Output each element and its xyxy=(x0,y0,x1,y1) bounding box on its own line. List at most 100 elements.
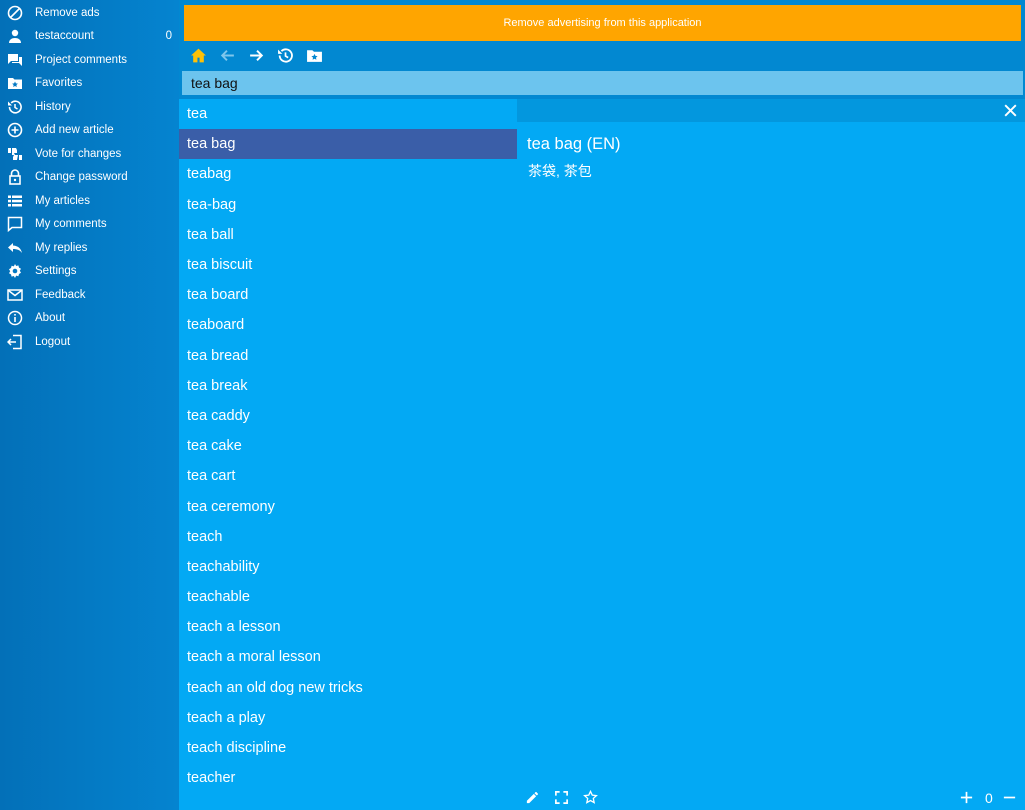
article-term: tea bag (EN) xyxy=(527,135,621,153)
list-icon xyxy=(7,193,23,209)
list-item[interactable]: tea biscuit xyxy=(179,250,517,280)
info-icon xyxy=(7,310,23,326)
arrow-left-icon xyxy=(219,47,236,69)
article-header xyxy=(517,99,1025,122)
sidebar-item-label: My comments xyxy=(35,217,107,230)
sidebar-item-label: History xyxy=(35,100,71,113)
comment-icon xyxy=(7,216,23,232)
forward-button[interactable] xyxy=(242,46,271,70)
sidebar-item-label: About xyxy=(35,311,66,324)
list-item[interactable]: tea caddy xyxy=(179,401,517,431)
list-item[interactable]: tea board xyxy=(179,280,517,310)
home-icon xyxy=(190,47,207,69)
folder-star-icon xyxy=(306,47,323,69)
mail-icon xyxy=(7,287,23,303)
sidebar-item-label: Add new article xyxy=(35,123,114,136)
sidebar-item-project-comments[interactable]: Project comments xyxy=(0,48,179,71)
zoom-level: 0 xyxy=(985,790,993,806)
list-item[interactable]: teacher xyxy=(179,763,517,793)
account-count: 0 xyxy=(165,29,172,42)
favorite-button[interactable] xyxy=(582,789,599,806)
favorites-button[interactable] xyxy=(300,46,329,70)
sidebar-item-label: Settings xyxy=(35,264,77,277)
sidebar-item-history[interactable]: History xyxy=(0,95,179,118)
list-item[interactable]: teach a moral lesson xyxy=(179,642,517,672)
minus-icon xyxy=(1003,796,1016,799)
sidebar-item-my-comments[interactable]: My comments xyxy=(0,212,179,235)
list-item[interactable]: tea cart xyxy=(179,461,517,491)
list-item[interactable]: teabag xyxy=(179,159,517,189)
home-button[interactable] xyxy=(184,46,213,70)
fullscreen-button[interactable] xyxy=(553,789,570,806)
edit-button[interactable] xyxy=(524,789,541,806)
sidebar-item-label: Vote for changes xyxy=(35,147,122,160)
sidebar-item-about[interactable]: About xyxy=(0,306,179,329)
sidebar-item-label: My replies xyxy=(35,241,88,254)
lock-icon xyxy=(7,168,23,185)
gear-icon xyxy=(7,263,23,279)
list-item[interactable]: teaboard xyxy=(179,310,517,340)
thumbs-icon xyxy=(7,146,23,162)
list-item[interactable]: teach discipline xyxy=(179,733,517,763)
list-item[interactable]: tea ceremony xyxy=(179,491,517,521)
sidebar-item-account[interactable]: testaccount 0 xyxy=(0,24,179,47)
sidebar-item-my-articles[interactable]: My articles xyxy=(0,189,179,212)
sidebar: Remove ads testaccount 0 Project comment… xyxy=(0,0,179,810)
sidebar-item-label: Change password xyxy=(35,170,128,183)
star-icon xyxy=(583,790,598,804)
sidebar-item-add-new-article[interactable]: Add new article xyxy=(0,118,179,141)
folder-star-icon xyxy=(7,75,23,91)
add-circle-icon xyxy=(7,122,23,138)
list-item[interactable]: tea xyxy=(179,99,517,129)
list-item[interactable]: teachable xyxy=(179,582,517,612)
list-item[interactable]: teach xyxy=(179,522,517,552)
sidebar-item-favorites[interactable]: Favorites xyxy=(0,71,179,94)
list-item[interactable]: teachability xyxy=(179,552,517,582)
list-item[interactable]: tea cake xyxy=(179,431,517,461)
sidebar-item-label: Project comments xyxy=(35,53,128,66)
nav-toolbar xyxy=(184,46,329,70)
list-item[interactable]: teach a lesson xyxy=(179,612,517,642)
word-list: tea tea bag teabag tea-bag tea ball tea biscu… xyxy=(179,99,517,810)
zoom-in-button[interactable] xyxy=(958,789,975,806)
sidebar-item-remove-ads[interactable]: Remove ads xyxy=(0,1,179,24)
sidebar-item-change-password[interactable]: Change password xyxy=(0,165,179,188)
fullscreen-icon xyxy=(555,791,568,804)
sidebar-item-label: testaccount xyxy=(35,29,94,42)
sidebar-item-vote-for-changes[interactable]: Vote for changes xyxy=(0,142,179,165)
article-translation: 茶袋, 茶包 xyxy=(528,163,592,179)
sidebar-item-feedback[interactable]: Feedback xyxy=(0,283,179,306)
sidebar-item-my-replies[interactable]: My replies xyxy=(0,236,179,259)
list-item[interactable]: tea bag xyxy=(179,129,517,160)
list-item[interactable]: tea break xyxy=(179,371,517,401)
search-input[interactable] xyxy=(182,71,1023,95)
list-item[interactable]: teach an old dog new tricks xyxy=(179,673,517,703)
sidebar-item-label: Feedback xyxy=(35,288,86,301)
sidebar-item-label: My articles xyxy=(35,194,90,207)
article-footer: 0 xyxy=(517,786,1025,810)
list-item[interactable]: tea-bag xyxy=(179,190,517,220)
list-item[interactable]: tea ball xyxy=(179,220,517,250)
back-button[interactable] xyxy=(213,46,242,70)
history-button[interactable] xyxy=(271,46,300,70)
history-icon xyxy=(7,99,23,115)
sidebar-item-settings[interactable]: Settings xyxy=(0,259,179,282)
logout-icon xyxy=(7,334,23,350)
sidebar-item-label: Favorites xyxy=(35,76,83,89)
zoom-out-button[interactable] xyxy=(1001,789,1018,806)
forum-icon xyxy=(7,52,23,68)
plus-icon xyxy=(960,791,973,804)
sidebar-item-logout[interactable]: Logout xyxy=(0,330,179,353)
sidebar-item-label: Logout xyxy=(35,335,71,348)
close-icon xyxy=(1004,104,1017,117)
pencil-icon xyxy=(526,791,539,804)
remove-ads-banner[interactable]: Remove advertising from this application xyxy=(184,5,1021,41)
list-item[interactable]: tea bread xyxy=(179,341,517,371)
history-icon xyxy=(277,47,294,69)
list-item[interactable]: teach a play xyxy=(179,703,517,733)
user-icon xyxy=(7,28,23,44)
close-button[interactable] xyxy=(1002,102,1019,119)
arrow-right-icon xyxy=(248,47,265,69)
article-panel: tea bag (EN) 茶袋, 茶包 0 xyxy=(517,99,1025,810)
reply-icon xyxy=(7,240,23,256)
